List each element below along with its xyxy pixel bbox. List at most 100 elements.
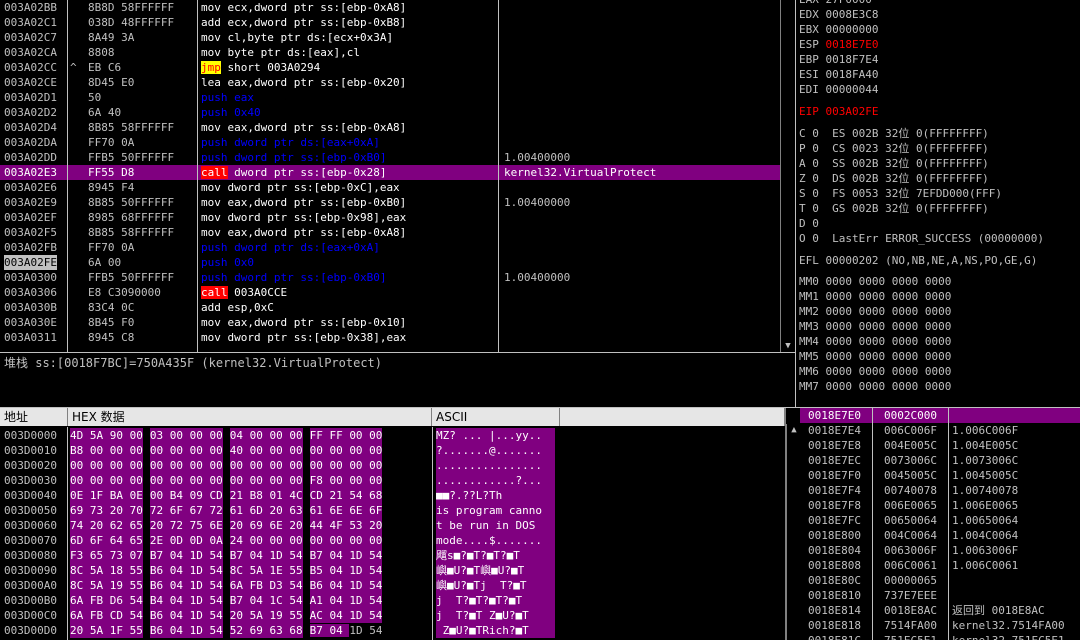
register-esi[interactable]: ESI 0018FA40 xyxy=(799,67,878,82)
register-mmx[interactable]: MM1 0000 0000 0000 0000 xyxy=(799,289,951,304)
register-ebx[interactable]: EBX 00000000 xyxy=(799,22,878,37)
dump-row[interactable]: 003D0090 8C 5A 18 55 B6 04 1D 54 8C 5A 1E 5… xyxy=(0,563,560,578)
disasm-comment: kernel32.VirtualProtect xyxy=(504,166,657,179)
disasm-row[interactable]: 003A02E3 FF55 D8 call dword ptr ss:[ebp-0x… xyxy=(0,165,780,180)
disasm-row[interactable]: 003A02C7 8A49 3A mov cl,byte ptr ds:[ecx+0… xyxy=(0,30,780,45)
flag-segment-row[interactable]: P 0 CS 0023 32位 0(FFFFFFFF) xyxy=(799,141,989,156)
stack-pane[interactable]: 0018E7E0 0002C000 0018E7E4 006C006F 1.006C00… xyxy=(800,408,1080,640)
dump-row[interactable]: 003D0060 74 20 62 65 20 72 75 6E 20 69 6E 2… xyxy=(0,518,560,533)
stack-row[interactable]: 0018E7E4 006C006F 1.006C006F xyxy=(800,423,1080,438)
disasm-row[interactable]: 003A02CC ^ EB C6 jmp short 003A0294 xyxy=(0,60,780,75)
dump-pane[interactable]: 地址 HEX 数据 ASCII 003D0000 4D 5A 90 00 03 00… xyxy=(0,408,560,640)
register-efl[interactable]: EFL 00000202 (NO,NB,NE,A,NS,PO,GE,G) xyxy=(799,253,1037,268)
stack-row[interactable]: 0018E7F4 00740078 1.00740078 xyxy=(800,483,1080,498)
register-mmx[interactable]: MM0 0000 0000 0000 0000 xyxy=(799,274,951,289)
flag-segment-row[interactable]: D 0 xyxy=(799,216,819,231)
scroll-down-arrow-icon[interactable]: ▼ xyxy=(781,340,795,352)
dump-row[interactable]: 003D0080 F3 65 73 07 B7 04 1D 54 B7 04 1D 5… xyxy=(0,548,560,563)
stack-comment: kernel32.751EC5E1 xyxy=(952,633,1065,640)
dump-right-blank xyxy=(560,408,785,640)
register-edi[interactable]: EDI 00000044 xyxy=(799,82,878,97)
disasm-row[interactable]: 003A02EF 8985 68FFFFFF mov dword ptr ss:[e… xyxy=(0,210,780,225)
dump-row[interactable]: 003D0040 0E 1F BA 0E 00 B4 09 CD 21 B8 01 4… xyxy=(0,488,560,503)
dump-row[interactable]: 003D0010 B8 00 00 00 00 00 00 00 40 00 00 0… xyxy=(0,443,560,458)
register-mmx[interactable]: MM6 0000 0000 0000 0000 xyxy=(799,364,951,379)
flag-segment-row[interactable]: O 0 LastErr ERROR_SUCCESS (00000000) xyxy=(799,231,1044,246)
stack-row[interactable]: 0018E818 7514FA00 kernel32.7514FA00 xyxy=(800,618,1080,633)
register-mmx[interactable]: MM2 0000 0000 0000 0000 xyxy=(799,304,951,319)
flag-segment-row[interactable]: T 0 GS 002B 32位 0(FFFFFFFF) xyxy=(799,201,989,216)
stack-row[interactable]: 0018E814 0018E8AC 返回到 0018E8AC xyxy=(800,603,1080,618)
dump-row[interactable]: 003D0070 6D 6F 64 65 2E 0D 0D 0A 24 00 00 0… xyxy=(0,533,560,548)
flag-segment-row[interactable]: C 0 ES 002B 32位 0(FFFFFFFF) xyxy=(799,126,989,141)
disasm-row[interactable]: 003A0306 E8 C3090000 call 003A0CCE xyxy=(0,285,780,300)
disasm-row[interactable]: 003A02D1 50 push eax xyxy=(0,90,780,105)
stack-row[interactable]: 0018E810 737E7EEE xyxy=(800,588,1080,603)
register-eax[interactable]: EAX 27F0000 xyxy=(799,0,872,7)
disasm-bytes: 8B45 F0 xyxy=(88,316,135,329)
dump-row[interactable]: 003D0050 69 73 20 70 72 6F 67 72 61 6D 20 6… xyxy=(0,503,560,518)
stack-row[interactable]: 0018E7EC 0073006C 1.0073006C xyxy=(800,453,1080,468)
disasm-row[interactable]: 003A02C1 038D 48FFFFFF add ecx,dword ptr s… xyxy=(0,15,780,30)
disasm-row[interactable]: 003A02FB FF70 0A push dword ptr ds:[eax+0x… xyxy=(0,240,780,255)
disasm-row[interactable]: 003A02DA FF70 0A push dword ptr ds:[eax+0x… xyxy=(0,135,780,150)
disasm-row[interactable]: 003A02E9 8B85 50FFFFFF mov eax,dword ptr s… xyxy=(0,195,780,210)
register-esp[interactable]: ESP 0018E7E0 xyxy=(799,37,878,52)
stack-row[interactable]: 0018E804 0063006F 1.0063006F xyxy=(800,543,1080,558)
dump-row[interactable]: 003D0020 00 00 00 00 00 00 00 00 00 00 00 0… xyxy=(0,458,560,473)
stack-row[interactable]: 0018E7FC 00650064 1.00650064 xyxy=(800,513,1080,528)
register-edx[interactable]: EDX 0008E3C8 xyxy=(799,7,878,22)
disasm-row[interactable]: 003A02E6 8945 F4 mov dword ptr ss:[ebp-0xC… xyxy=(0,180,780,195)
disasm-address: 003A02D2 xyxy=(4,106,57,119)
disasm-row[interactable]: 003A0311 8945 C8 mov dword ptr ss:[ebp-0x3… xyxy=(0,330,780,345)
stack-row[interactable]: 0018E7F0 0045005C 1.0045005C xyxy=(800,468,1080,483)
disasm-row[interactable]: 003A02BB 8B8D 58FFFFFF mov ecx,dword ptr s… xyxy=(0,0,780,15)
stack-scrollbar[interactable]: ▲ xyxy=(786,424,801,640)
disasm-bytes: 83C4 0C xyxy=(88,301,135,314)
dump-row[interactable]: 003D00A0 8C 5A 19 55 B6 04 1D 54 6A FB D3 5… xyxy=(0,578,560,593)
disasm-row[interactable]: 003A02D2 6A 40 push 0x40 xyxy=(0,105,780,120)
stack-row[interactable]: 0018E7E8 004E005C 1.004E005C xyxy=(800,438,1080,453)
registers-pane[interactable]: EAX 27F0000EDX 0008E3C8EBX 00000000ESP 0… xyxy=(796,0,1080,407)
register-mmx[interactable]: MM5 0000 0000 0000 0000 xyxy=(799,349,951,364)
disasm-row[interactable]: 003A02DD FFB5 50FFFFFF push dword ptr ss:[… xyxy=(0,150,780,165)
disasm-row[interactable]: 003A02F5 8B85 58FFFFFF mov eax,dword ptr s… xyxy=(0,225,780,240)
flag-segment-row[interactable]: A 0 SS 002B 32位 0(FFFFFFFF) xyxy=(799,156,989,171)
dump-row[interactable]: 003D00D0 20 5A 1F 55 B6 04 1D 54 52 69 63 6… xyxy=(0,623,560,638)
dump-header-hex[interactable]: HEX 数据 xyxy=(68,408,432,426)
stack-comment: 1.004C0064 xyxy=(952,529,1019,542)
disasm-row[interactable]: 003A02CA 8808 mov byte ptr ds:[eax],cl xyxy=(0,45,780,60)
disassembly-pane[interactable]: 003A02BB 8B8D 58FFFFFF mov ecx,dword ptr s… xyxy=(0,0,795,352)
dump-ascii: ■■?.??L?Th xyxy=(436,488,555,503)
stack-row[interactable]: 0018E7F8 006E0065 1.006E0065 xyxy=(800,498,1080,513)
flag-segment-row[interactable]: S 0 FS 0053 32位 7EFDD000(FFF) xyxy=(799,186,1002,201)
register-mmx[interactable]: MM7 0000 0000 0000 0000 xyxy=(799,379,951,394)
dump-header-address[interactable]: 地址 xyxy=(0,408,68,426)
register-mmx[interactable]: MM4 0000 0000 0000 0000 xyxy=(799,334,951,349)
stack-row[interactable]: 0018E808 006C0061 1.006C0061 xyxy=(800,558,1080,573)
dump-row[interactable]: 003D0030 00 00 00 00 00 00 00 00 00 00 00 0… xyxy=(0,473,560,488)
dump-row[interactable]: 003D0000 4D 5A 90 00 03 00 00 00 04 00 00 0… xyxy=(0,428,560,443)
disasm-row[interactable]: 003A02FE 6A 00 push 0x0 xyxy=(0,255,780,270)
dump-row[interactable]: 003D00C0 6A FB CD 54 B6 04 1D 54 20 5A 19 5… xyxy=(0,608,560,623)
stack-scroll-up-arrow-icon[interactable]: ▲ xyxy=(787,424,801,436)
disasm-scrollbar[interactable]: ▼ xyxy=(780,0,795,352)
disasm-row[interactable]: 003A02D4 8B85 58FFFFFF mov eax,dword ptr s… xyxy=(0,120,780,135)
stack-comment: 1.0063006F xyxy=(952,544,1019,557)
dump-header-ascii[interactable]: ASCII xyxy=(432,408,560,426)
register-mmx[interactable]: MM3 0000 0000 0000 0000 xyxy=(799,319,951,334)
dump-row[interactable]: 003D00B0 6A FB D6 54 B4 04 1D 54 B7 04 1C 5… xyxy=(0,593,560,608)
disasm-row[interactable]: 003A030B 83C4 0C add esp,0xC xyxy=(0,300,780,315)
register-eip[interactable]: EIP 003A02FE xyxy=(799,104,878,119)
disasm-bytes: 50 xyxy=(88,91,102,104)
register-ebp[interactable]: EBP 0018F7E4 xyxy=(799,52,878,67)
stack-row[interactable]: 0018E80C 00000065 xyxy=(800,573,1080,588)
disasm-row[interactable]: 003A030E 8B45 F0 mov eax,dword ptr ss:[ebp… xyxy=(0,315,780,330)
flag-segment-row[interactable]: Z 0 DS 002B 32位 0(FFFFFFFF) xyxy=(799,171,989,186)
disasm-instruction: mov dword ptr ss:[ebp-0x98],eax xyxy=(201,211,407,224)
stack-row[interactable]: 0018E800 004C0064 1.004C0064 xyxy=(800,528,1080,543)
stack-row[interactable]: 0018E81C 751EC5E1 kernel32.751EC5E1 xyxy=(800,633,1080,640)
stack-row[interactable]: 0018E7E0 0002C000 xyxy=(800,408,1080,423)
disasm-row[interactable]: 003A0300 FFB5 50FFFFFF push dword ptr ss:[… xyxy=(0,270,780,285)
disasm-row[interactable]: 003A02CE 8D45 E0 lea eax,dword ptr ss:[ebp… xyxy=(0,75,780,90)
